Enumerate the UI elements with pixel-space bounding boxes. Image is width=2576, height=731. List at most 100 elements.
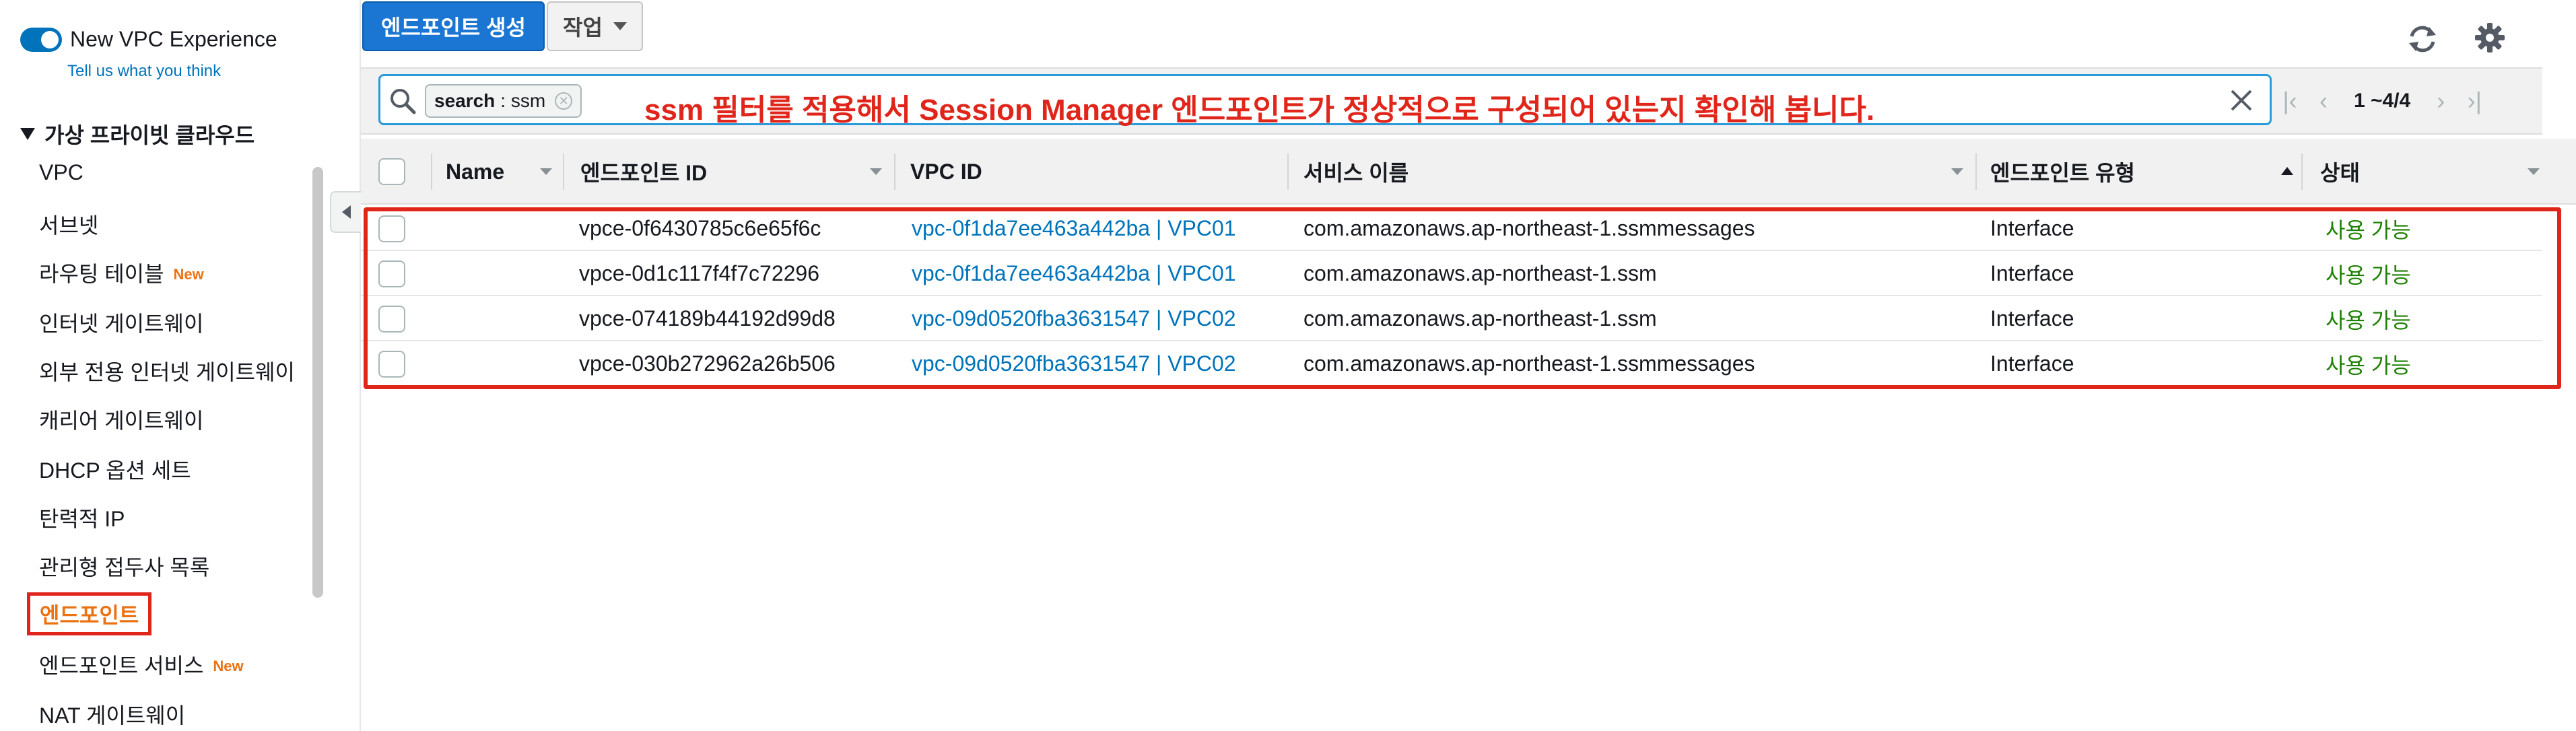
sidebar-item-label: 캐리어 게이트웨이 bbox=[39, 409, 204, 433]
sidebar-item-dhcp-options[interactable]: DHCP 옵션 세트 bbox=[39, 454, 191, 485]
new-badge: New bbox=[213, 658, 244, 674]
previous-page-icon[interactable]: ‹ bbox=[2307, 82, 2340, 120]
column-divider bbox=[563, 153, 564, 190]
cell-endpoint-id: vpce-074189b44192d99d8 bbox=[579, 306, 836, 330]
row-checkbox[interactable] bbox=[378, 341, 405, 386]
sidebar-scrollbar[interactable] bbox=[312, 167, 323, 598]
column-header-status[interactable]: 상태 bbox=[2320, 139, 2360, 205]
annotation-text: ssm 필터를 적용해서 Session Manager 엔드포인트가 정상적으… bbox=[644, 94, 1875, 127]
new-vpc-experience-toggle[interactable] bbox=[20, 27, 62, 52]
cell-vpc-id-link[interactable]: vpc-09d0520fba3631547 | VPC02 bbox=[912, 296, 1236, 341]
sort-icon[interactable] bbox=[1951, 168, 1963, 175]
feedback-link[interactable]: Tell us what you think bbox=[67, 62, 221, 81]
column-header-vpc-id[interactable]: VPC ID bbox=[910, 139, 982, 205]
sidebar-item-elastic-ip[interactable]: 탄력적 IP bbox=[39, 502, 125, 533]
sidebar-item-label: 라우팅 테이블 bbox=[39, 262, 164, 286]
cell-endpoint-type: Interface bbox=[1990, 261, 2074, 285]
cell-endpoint-id: vpce-030b272962a26b506 bbox=[579, 351, 836, 376]
row-checkbox[interactable] bbox=[378, 251, 405, 296]
sidebar-item-label: NAT 게이트웨이 bbox=[39, 703, 186, 728]
column-divider bbox=[2301, 153, 2303, 190]
cell-service-name: com.amazonaws.ap-northeast-1.ssm bbox=[1303, 306, 1657, 330]
sidebar-item-carrier-gateways[interactable]: 캐리어 게이트웨이 bbox=[39, 404, 203, 435]
table-header: Name 엔드포인트 ID VPC ID 서비스 이름 엔드포인트 유형 상태 bbox=[361, 139, 2576, 205]
section-vpc-header[interactable]: 가상 프라이빗 클라우드 bbox=[20, 118, 255, 149]
column-divider bbox=[431, 153, 432, 190]
sort-icon[interactable] bbox=[2528, 168, 2540, 175]
sidebar-item-egress-only-gateways[interactable]: 외부 전용 인터넷 게이트웨이 bbox=[39, 355, 295, 386]
filter-token[interactable]: search : ssm ✕ bbox=[425, 84, 582, 118]
table-row[interactable]: vpce-030b272962a26b506 vpc-09d0520fba363… bbox=[361, 341, 2542, 386]
sidebar-item-internet-gateways[interactable]: 인터넷 게이트웨이 bbox=[39, 307, 203, 338]
sidebar-item-endpoint-services[interactable]: 엔드포인트 서비스 New bbox=[39, 649, 244, 680]
first-page-icon[interactable]: |‹ bbox=[2273, 82, 2307, 120]
sidebar: New VPC Experience Tell us what you thin… bbox=[0, 0, 361, 731]
actions-label: 작업 bbox=[563, 15, 603, 40]
column-header-endpoint-id[interactable]: 엔드포인트 ID bbox=[580, 139, 707, 205]
column-header-endpoint-type[interactable]: 엔드포인트 유형 bbox=[1990, 139, 2135, 205]
filter-token-value: : ssm bbox=[500, 90, 546, 111]
cell-service-name: com.amazonaws.ap-northeast-1.ssm bbox=[1303, 261, 1657, 285]
next-page-icon[interactable]: › bbox=[2424, 82, 2458, 120]
filter-token-key: search bbox=[434, 90, 496, 111]
table-row[interactable]: vpce-074189b44192d99d8 vpc-09d0520fba363… bbox=[361, 296, 2542, 341]
cell-endpoint-id: vpce-0d1c117f4f7c72296 bbox=[579, 261, 820, 285]
cell-endpoint-type: Interface bbox=[1990, 306, 2074, 330]
sidebar-item-label: 엔드포인트 서비스 bbox=[39, 654, 204, 678]
sidebar-item-label: 서브넷 bbox=[39, 213, 99, 238]
row-checkbox[interactable] bbox=[378, 206, 405, 251]
column-header-service-name[interactable]: 서비스 이름 bbox=[1303, 139, 1409, 205]
status-badge: 사용 가능 bbox=[2326, 308, 2411, 333]
caret-down-icon bbox=[20, 128, 35, 140]
sidebar-item-label: DHCP 옵션 세트 bbox=[39, 458, 191, 483]
new-vpc-experience-toggle-row: New VPC Experience bbox=[20, 27, 277, 52]
clear-search-icon[interactable] bbox=[2227, 85, 2256, 115]
sidebar-item-label: 관리형 접두사 목록 bbox=[39, 555, 210, 580]
cell-vpc-id-link[interactable]: vpc-09d0520fba3631547 | VPC02 bbox=[912, 341, 1236, 386]
page-range: 1 ~4/4 bbox=[2354, 90, 2411, 112]
sidebar-item-route-tables[interactable]: 라우팅 테이블 New bbox=[39, 257, 204, 288]
row-checkbox[interactable] bbox=[378, 296, 405, 341]
chevron-down-icon bbox=[613, 22, 627, 30]
sidebar-item-subnets[interactable]: 서브넷 bbox=[39, 209, 98, 240]
create-endpoint-button[interactable]: 엔드포인트 생성 bbox=[362, 1, 545, 51]
sidebar-item-vpc[interactable]: VPC bbox=[39, 160, 83, 185]
select-all-checkbox[interactable] bbox=[378, 139, 405, 205]
sort-icon[interactable] bbox=[870, 168, 882, 175]
sidebar-item-prefix-lists[interactable]: 관리형 접두사 목록 bbox=[39, 551, 209, 582]
status-badge: 사용 가능 bbox=[2326, 263, 2411, 287]
cell-service-name: com.amazonaws.ap-northeast-1.ssmmessages bbox=[1303, 351, 1755, 376]
column-divider bbox=[1287, 153, 1289, 190]
remove-filter-icon[interactable]: ✕ bbox=[555, 92, 573, 110]
column-divider bbox=[1975, 153, 1977, 190]
status-badge: 사용 가능 bbox=[2326, 353, 2411, 378]
main-content: 엔드포인트 생성 작업 search: ssm ✕ ssm 필터를 적용해서 … bbox=[361, 0, 2576, 731]
toggle-label: New VPC Experience bbox=[70, 27, 277, 51]
actions-dropdown[interactable]: 작업 bbox=[547, 1, 643, 51]
sidebar-item-endpoints[interactable]: 엔드포인트 bbox=[27, 592, 152, 635]
sort-icon[interactable] bbox=[540, 168, 552, 175]
table-row[interactable]: vpce-0d1c117f4f7c72296 vpc-0f1da7ee463a4… bbox=[361, 251, 2542, 296]
refresh-icon[interactable] bbox=[2405, 22, 2440, 57]
cell-endpoint-type: Interface bbox=[1990, 216, 2074, 240]
cell-service-name: com.amazonaws.ap-northeast-1.ssmmessages bbox=[1303, 216, 1755, 240]
section-title: 가상 프라이빗 클라우드 bbox=[44, 123, 255, 147]
last-page-icon[interactable]: ›| bbox=[2458, 82, 2491, 120]
search-icon bbox=[391, 89, 416, 114]
cell-vpc-id-link[interactable]: vpc-0f1da7ee463a442ba | VPC01 bbox=[912, 206, 1236, 251]
search-input[interactable]: search : ssm ✕ ssm 필터를 적용해서 Session Mana… bbox=[378, 74, 2272, 127]
pagination: |‹ ‹ 1 ~4/4 › ›| bbox=[2273, 81, 2491, 121]
gear-icon[interactable] bbox=[2474, 22, 2506, 54]
cell-vpc-id-link[interactable]: vpc-0f1da7ee463a442ba | VPC01 bbox=[912, 251, 1236, 296]
sidebar-item-label: VPC bbox=[39, 160, 83, 184]
sort-ascending-icon[interactable] bbox=[2281, 167, 2293, 175]
cell-endpoint-type: Interface bbox=[1990, 351, 2074, 376]
sidebar-item-nat-gateways[interactable]: NAT 게이트웨이 bbox=[39, 699, 185, 730]
new-badge: New bbox=[173, 266, 204, 283]
sidebar-item-label: 인터넷 게이트웨이 bbox=[39, 312, 204, 336]
table-row[interactable]: vpce-0f6430785c6e65f6c vpc-0f1da7ee463a4… bbox=[361, 206, 2542, 251]
collapse-sidebar-button[interactable] bbox=[330, 191, 361, 233]
sidebar-item-label: 외부 전용 인터넷 게이트웨이 bbox=[39, 360, 295, 384]
column-divider bbox=[894, 153, 895, 190]
column-header-name[interactable]: Name bbox=[446, 139, 504, 205]
